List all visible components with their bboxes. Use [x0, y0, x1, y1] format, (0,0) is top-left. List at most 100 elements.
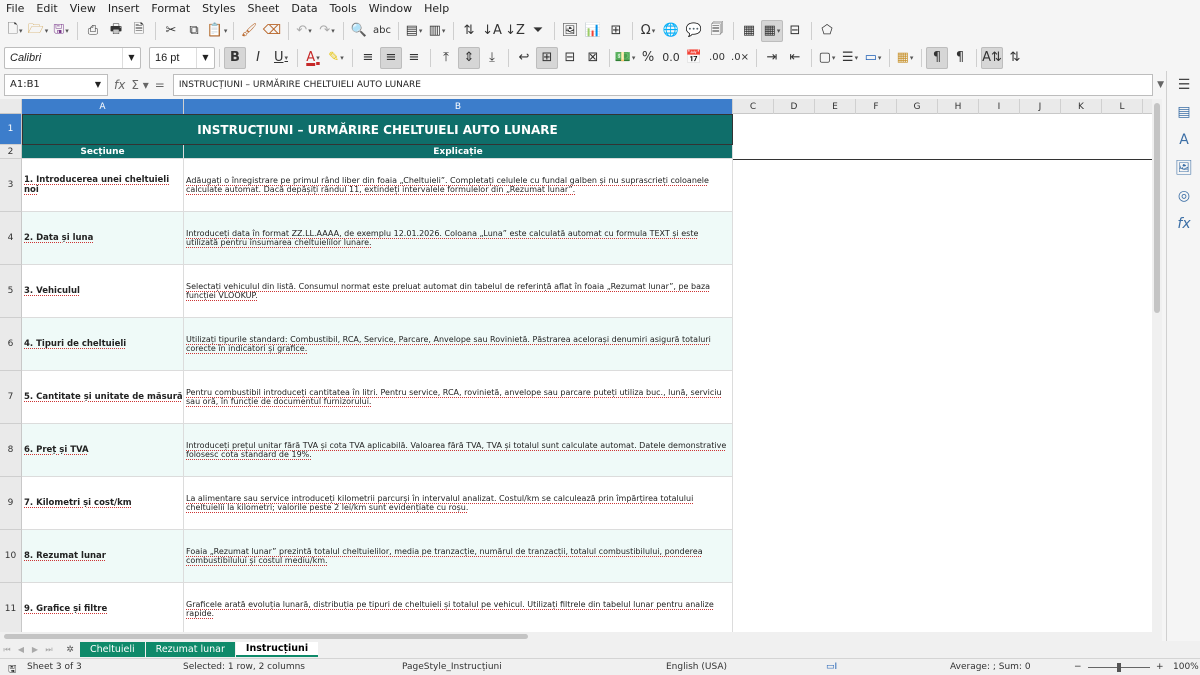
menu-sheet[interactable]: Sheet	[248, 2, 280, 15]
title-cell[interactable]: INSTRUCȚIUNI – URMĂRIRE CHELTUIELI AUTO …	[22, 114, 733, 145]
sheet-tab-rezumat-lunar[interactable]: Rezumat lunar	[145, 642, 235, 657]
select-all-corner[interactable]	[0, 99, 22, 114]
formula-equals-icon[interactable]: =	[155, 78, 165, 92]
column-header-e[interactable]: E	[815, 99, 856, 114]
chevron-down-icon[interactable]: ▼	[196, 47, 214, 68]
menu-tools[interactable]: Tools	[330, 2, 357, 15]
zoom-slider-handle[interactable]	[1117, 663, 1121, 672]
decrease-indent-icon[interactable]: ⇤	[784, 47, 806, 69]
new-document-icon[interactable]: 🗋 ▾	[4, 20, 26, 42]
page-style[interactable]: PageStyle_Instrucțiuni	[402, 662, 502, 672]
chevron-down-icon[interactable]: ▼	[122, 47, 140, 68]
section-cell[interactable]: 1. Introducerea unei cheltuieli noi	[22, 159, 184, 212]
row-header[interactable]: 4	[0, 212, 22, 265]
unmerge-cells-icon[interactable]: ⊠	[582, 47, 604, 69]
font-size-box[interactable]: 16 pt ▼	[149, 46, 215, 69]
spreadsheet-grid[interactable]: A B C D E F G H I J K L 1 INSTRUCȚIUNI –…	[0, 99, 1162, 632]
column-header-c[interactable]: C	[733, 99, 774, 114]
selection-mode-icon[interactable]: ▭I	[826, 662, 837, 672]
function-wizard-icon[interactable]: fx	[114, 78, 125, 92]
column-header-b[interactable]: B	[184, 99, 733, 114]
column-header-a[interactable]: A	[22, 99, 184, 114]
autofilter-icon[interactable]: ⏷	[527, 20, 549, 42]
menu-view[interactable]: View	[70, 2, 96, 15]
section-cell[interactable]: 6. Preț și TVA	[22, 424, 184, 477]
zoom-out-icon[interactable]: −	[1074, 662, 1082, 672]
explanation-cell[interactable]: Adăugați o înregistrare pe primul rând l…	[184, 159, 733, 212]
language[interactable]: English (USA)	[666, 662, 727, 672]
header-explanation[interactable]: Explicație	[184, 145, 733, 159]
section-cell[interactable]: 8. Rezumat lunar	[22, 530, 184, 583]
row-header[interactable]: 1	[0, 114, 22, 145]
vertical-scroll-thumb[interactable]	[1154, 103, 1160, 313]
sidebar-menu-icon[interactable]: ☰	[1167, 71, 1200, 98]
properties-icon[interactable]: ▤	[1167, 98, 1200, 126]
last-sheet-icon[interactable]: ⏭	[42, 643, 56, 656]
font-name-box[interactable]: Calibri ▼	[4, 46, 141, 69]
hyperlink-icon[interactable]: 🌐	[660, 20, 682, 42]
row-icon[interactable]: ▤ ▾	[403, 20, 425, 42]
navigator-icon[interactable]: ◎	[1167, 182, 1200, 210]
sheet-tab-instructiuni[interactable]: Instrucțiuni	[235, 642, 319, 657]
section-cell[interactable]: 9. Grafice și filtre	[22, 583, 184, 632]
column-header-g[interactable]: G	[897, 99, 938, 114]
row-header[interactable]: 6	[0, 318, 22, 371]
section-cell[interactable]: 2. Data și luna	[22, 212, 184, 265]
show-draw-functions-icon[interactable]: ⬠	[816, 20, 838, 42]
row-header[interactable]: 5	[0, 265, 22, 318]
section-cell[interactable]: 4. Tipuri de cheltuieli	[22, 318, 184, 371]
comment-icon[interactable]: 💬	[683, 20, 705, 42]
split-window-icon[interactable]: ⊟	[784, 20, 806, 42]
special-character-icon[interactable]: Ω ▾	[637, 20, 659, 42]
menu-help[interactable]: Help	[424, 2, 449, 15]
clone-formatting-icon[interactable]: 🖌	[238, 20, 260, 42]
menu-edit[interactable]: Edit	[36, 2, 57, 15]
explanation-cell[interactable]: Selectați vehiculul din listă. Consumul …	[184, 265, 733, 318]
copy-icon[interactable]: ⧉	[183, 20, 205, 42]
functions-icon[interactable]: fx	[1167, 210, 1200, 238]
currency-format-icon[interactable]: 💵 ▾	[614, 47, 636, 69]
expand-formula-icon[interactable]: ▼	[1157, 80, 1164, 90]
row-header[interactable]: 2	[0, 145, 22, 159]
row-header[interactable]: 8	[0, 424, 22, 477]
column-icon[interactable]: ▥ ▾	[426, 20, 448, 42]
align-bottom-icon[interactable]: ⤓	[481, 47, 503, 69]
delete-decimal-icon[interactable]: .0⨯	[729, 47, 751, 69]
merge-center-icon[interactable]: ⊞	[536, 46, 558, 69]
align-left-icon[interactable]: ≡	[357, 47, 379, 69]
explanation-cell[interactable]: Pentru combustibil introduceți cantitate…	[184, 371, 733, 424]
italic-icon[interactable]: I	[247, 47, 269, 69]
horizontal-scroll-thumb[interactable]	[4, 634, 528, 639]
menu-file[interactable]: File	[6, 2, 24, 15]
sort-icon[interactable]: ⇅	[458, 20, 480, 42]
menu-format[interactable]: Format	[151, 2, 190, 15]
freeze-rows-columns-icon[interactable]: ▦ ▾	[761, 19, 783, 42]
explanation-cell[interactable]: Graficele arată evoluția lunară, distrib…	[184, 583, 733, 632]
formula-input[interactable]: INSTRUCȚIUNI – URMĂRIRE CHELTUIELI AUTO …	[172, 73, 1154, 96]
menu-insert[interactable]: Insert	[108, 2, 140, 15]
border-color-icon[interactable]: ▭ ▾	[862, 47, 884, 69]
section-cell[interactable]: 7. Kilometri și cost/km	[22, 477, 184, 530]
save-icon[interactable]: 🖫 ▾	[50, 20, 72, 42]
row-header[interactable]: 3	[0, 159, 22, 212]
sort-ascending-icon[interactable]: ↓A	[481, 20, 503, 42]
zoom-in-icon[interactable]: +	[1156, 662, 1164, 672]
export-pdf-icon[interactable]: ⎙	[82, 20, 104, 42]
text-direction-rtl-icon[interactable]: ¶	[949, 47, 971, 69]
define-print-area-icon[interactable]: ▦	[738, 20, 760, 42]
clear-formatting-icon[interactable]: ⌫	[261, 20, 283, 42]
chevron-down-icon[interactable]: ▼	[89, 80, 107, 89]
text-direction-ltr-icon[interactable]: ¶	[926, 46, 948, 69]
explanation-cell[interactable]: Foaia „Rezumat lunar” prezintă totalul c…	[184, 530, 733, 583]
undo-icon[interactable]: ↶ ▾	[293, 20, 315, 42]
align-center-icon[interactable]: ≡	[380, 46, 402, 69]
add-decimal-icon[interactable]: .00	[706, 47, 728, 69]
column-header-k[interactable]: K	[1061, 99, 1102, 114]
first-sheet-icon[interactable]: ⏮	[0, 643, 14, 656]
percent-format-icon[interactable]: %	[637, 47, 659, 69]
menu-data[interactable]: Data	[291, 2, 317, 15]
borders-icon[interactable]: ▢ ▾	[816, 47, 838, 69]
pivot-table-icon[interactable]: ⊞	[605, 20, 627, 42]
menu-window[interactable]: Window	[369, 2, 412, 15]
section-cell[interactable]: 3. Vehiculul	[22, 265, 184, 318]
